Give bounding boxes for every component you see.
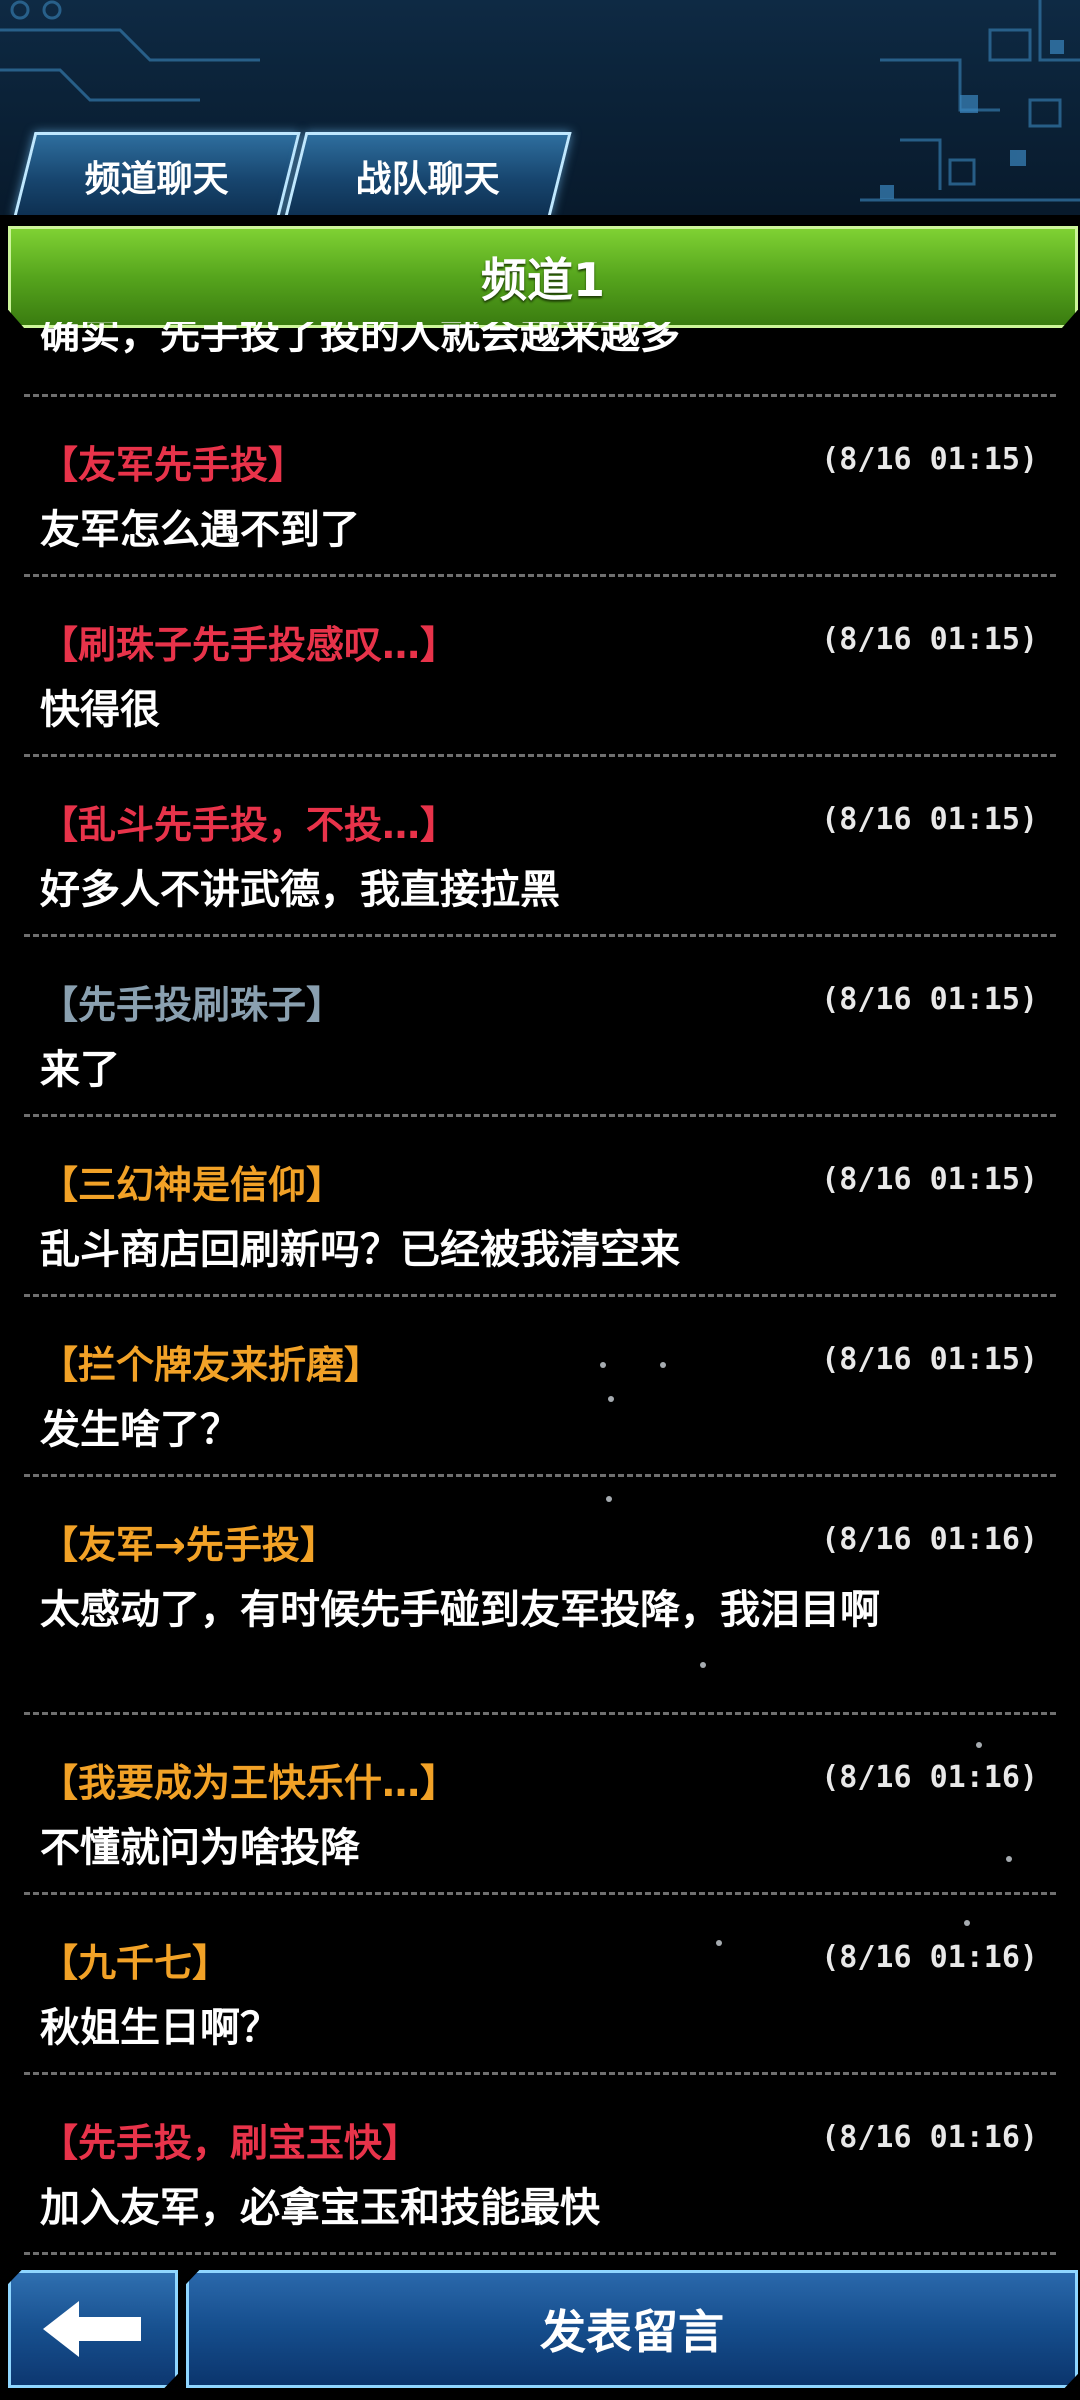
chat-message: 【先手投刷珠子】 (8/16 01:15) 来了 xyxy=(40,974,1040,1099)
chat-message: 【刷珠子先手投感叹…】 (8/16 01:15) 快得很 xyxy=(40,614,1040,739)
chat-message: 【乱斗先手投，不投…】 (8/16 01:15) 好多人不讲武德，我直接拉黑 xyxy=(40,794,1040,919)
divider xyxy=(24,1892,1056,1895)
chat-message: 【三幻神是信仰】 (8/16 01:15) 乱斗商店回刷新吗？已经被我清空来 xyxy=(40,1154,1040,1279)
chat-message: 【拦个牌友来折磨】 (8/16 01:15) 发生啥了？ xyxy=(40,1334,1040,1459)
divider xyxy=(24,1114,1056,1117)
tab-channel-chat-label: 频道聊天 xyxy=(84,159,229,200)
message-time: (8/16 01:15) xyxy=(821,442,1038,477)
message-time: (8/16 01:15) xyxy=(821,982,1038,1017)
tab-team-chat-label: 战队聊天 xyxy=(355,159,500,200)
arrow-left-icon xyxy=(43,2301,141,2357)
chat-message: 【友军→先手投】 (8/16 01:16) 太感动了，有时候先手碰到友军投降，我… xyxy=(40,1514,1040,1639)
divider xyxy=(24,1474,1056,1477)
message-time: (8/16 01:15) xyxy=(821,802,1038,837)
sparkle-decoration xyxy=(976,1742,982,1748)
chat-message: 【我要成为王快乐什…】 (8/16 01:16) 不懂就问为啥投降 xyxy=(40,1752,1040,1877)
chat-list[interactable]: 确实，先手投了投的人就会越来越多 【友军先手投】 (8/16 01:15) 友军… xyxy=(0,322,1080,2264)
message-time: (8/16 01:15) xyxy=(821,622,1038,657)
divider xyxy=(24,1294,1056,1297)
chat-message: 【先手投，刷宝玉快】 (8/16 01:16) 加入友军，必拿宝玉和技能最快 xyxy=(40,2112,1040,2237)
message-text: 不懂就问为啥投降 xyxy=(40,1825,360,1871)
sparkle-decoration xyxy=(1006,1856,1012,1862)
back-button[interactable] xyxy=(8,2270,178,2388)
divider xyxy=(24,394,1056,397)
sparkle-decoration xyxy=(600,1362,606,1368)
message-time: (8/16 01:16) xyxy=(821,1940,1038,1975)
message-text: 加入友军，必拿宝玉和技能最快 xyxy=(40,2185,600,2231)
message-time: (8/16 01:16) xyxy=(821,1522,1038,1557)
chat-message: 【友军先手投】 (8/16 01:15) 友军怎么遇不到了 xyxy=(40,434,1040,559)
sparkle-decoration xyxy=(964,1920,970,1926)
divider xyxy=(24,1712,1056,1715)
sparkle-decoration xyxy=(660,1362,666,1368)
divider xyxy=(24,2252,1056,2255)
message-text: 来了 xyxy=(40,1047,120,1093)
channel-banner: 频道1 xyxy=(8,226,1078,328)
message-text: 太感动了，有时候先手碰到友军投降，我泪目啊 xyxy=(40,1587,880,1633)
post-message-label: 发表留言 xyxy=(540,2305,724,2359)
divider xyxy=(24,574,1056,577)
channel-title: 频道1 xyxy=(480,253,605,307)
chat-message: 【九千七】 (8/16 01:16) 秋姐生日啊？ xyxy=(40,1932,1040,2057)
message-text: 友军怎么遇不到了 xyxy=(40,507,360,553)
message-text: 乱斗商店回刷新吗？已经被我清空来 xyxy=(40,1227,680,1273)
message-time: (8/16 01:16) xyxy=(821,1760,1038,1795)
message-time: (8/16 01:16) xyxy=(821,2120,1038,2155)
tab-channel-chat[interactable]: 频道聊天 xyxy=(13,132,301,215)
message-text: 快得很 xyxy=(40,687,160,733)
top-header: 频道聊天 战队聊天 xyxy=(0,0,1080,215)
sparkle-decoration xyxy=(700,1662,706,1668)
divider xyxy=(24,754,1056,757)
tab-team-chat[interactable]: 战队聊天 xyxy=(284,132,572,215)
message-time: (8/16 01:15) xyxy=(821,1342,1038,1377)
message-text: 好多人不讲武德，我直接拉黑 xyxy=(40,867,560,913)
partial-message-text: 确实，先手投了投的人就会越来越多 xyxy=(40,322,680,358)
sparkle-decoration xyxy=(606,1496,612,1502)
message-time: (8/16 01:15) xyxy=(821,1162,1038,1197)
divider xyxy=(24,2072,1056,2075)
post-message-button[interactable]: 发表留言 xyxy=(186,2270,1078,2388)
message-text: 秋姐生日啊？ xyxy=(40,2005,280,2051)
divider xyxy=(24,934,1056,937)
sparkle-decoration xyxy=(716,1940,722,1946)
sparkle-decoration xyxy=(608,1396,614,1402)
message-text: 发生啥了？ xyxy=(40,1407,240,1453)
bottom-bar: 发表留言 xyxy=(0,2264,1080,2400)
